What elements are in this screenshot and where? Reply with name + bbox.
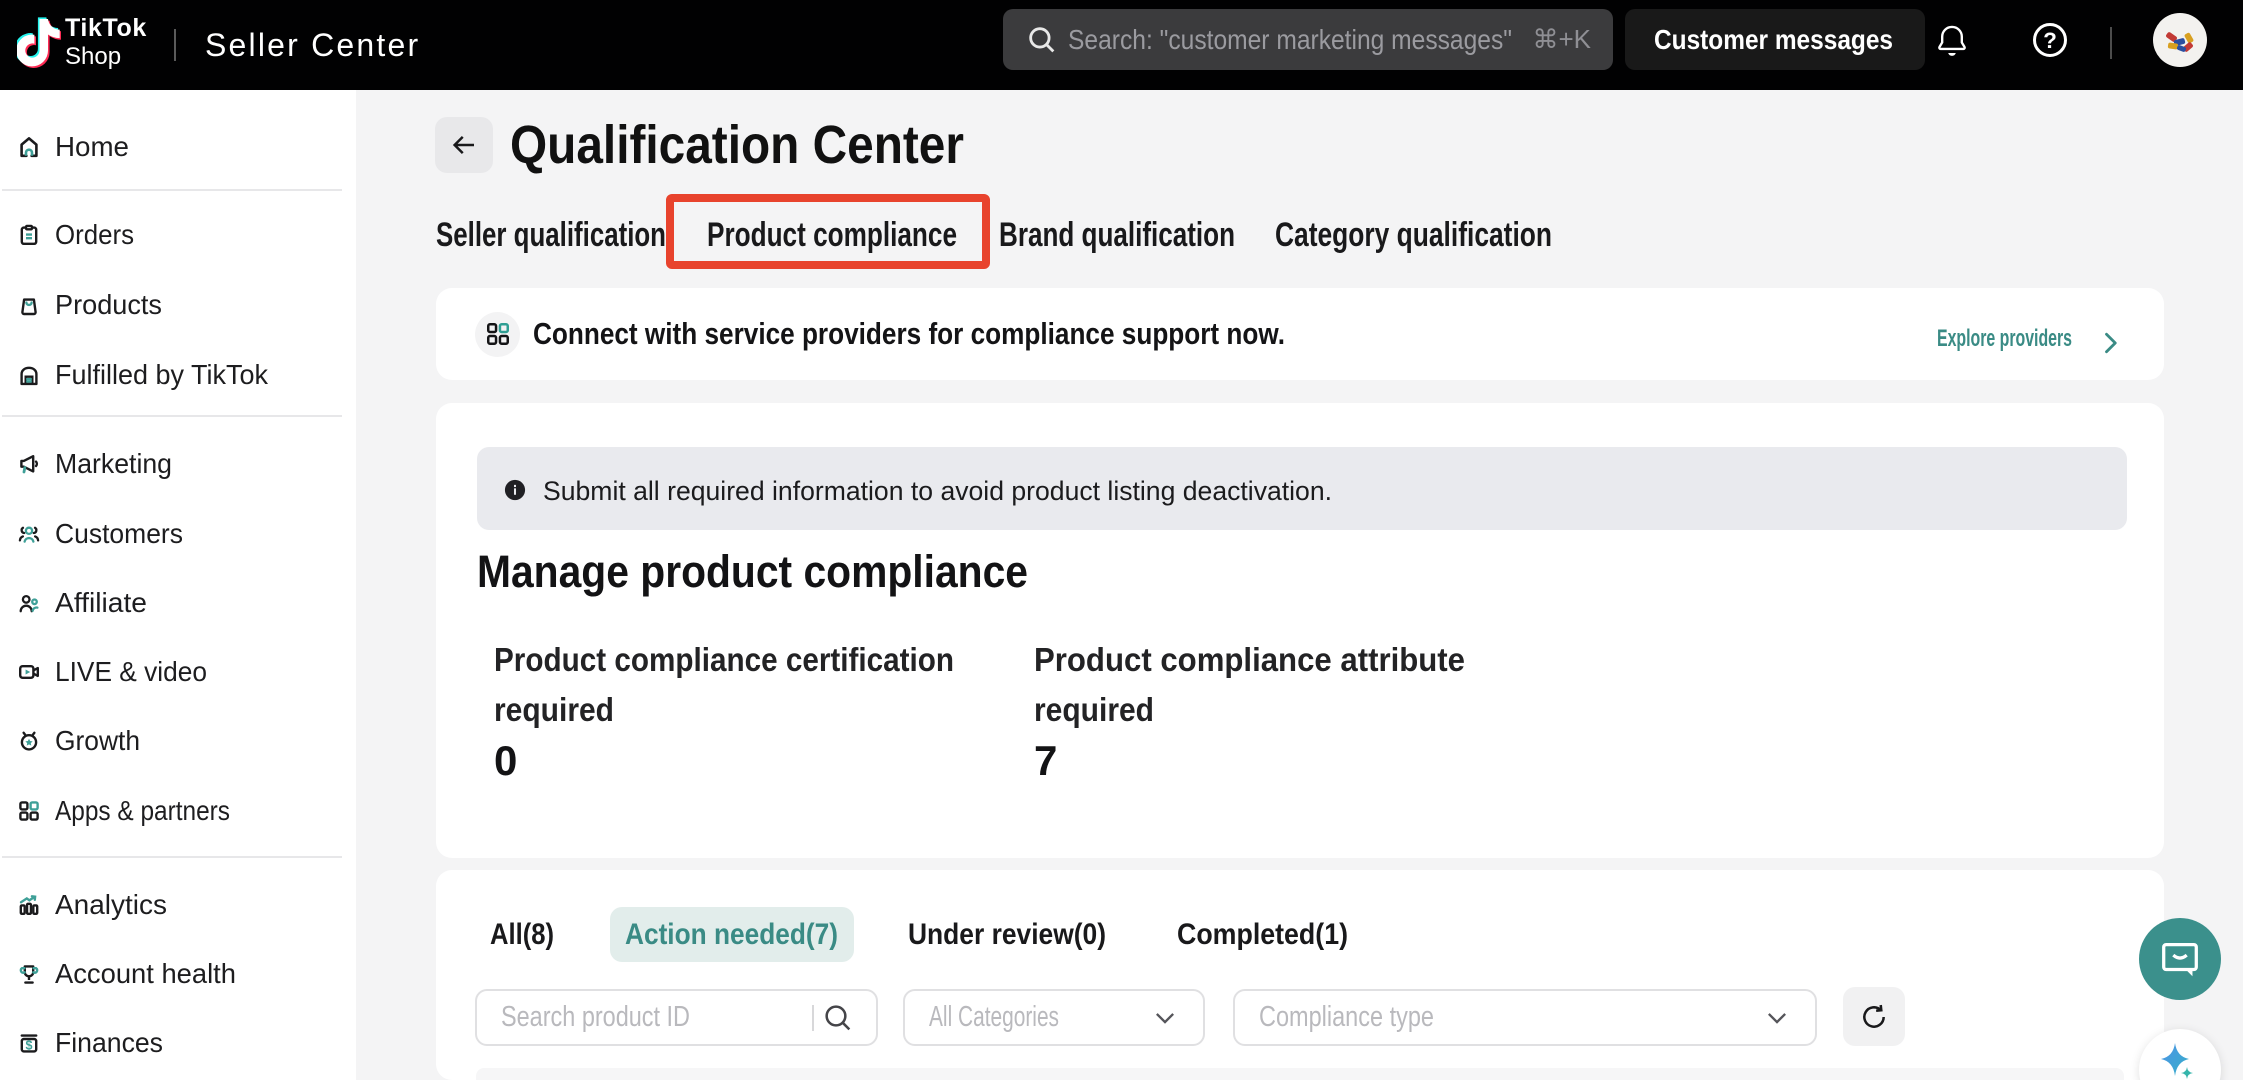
svg-text:$: $	[26, 1038, 33, 1052]
svg-text:?: ?	[2043, 28, 2057, 53]
